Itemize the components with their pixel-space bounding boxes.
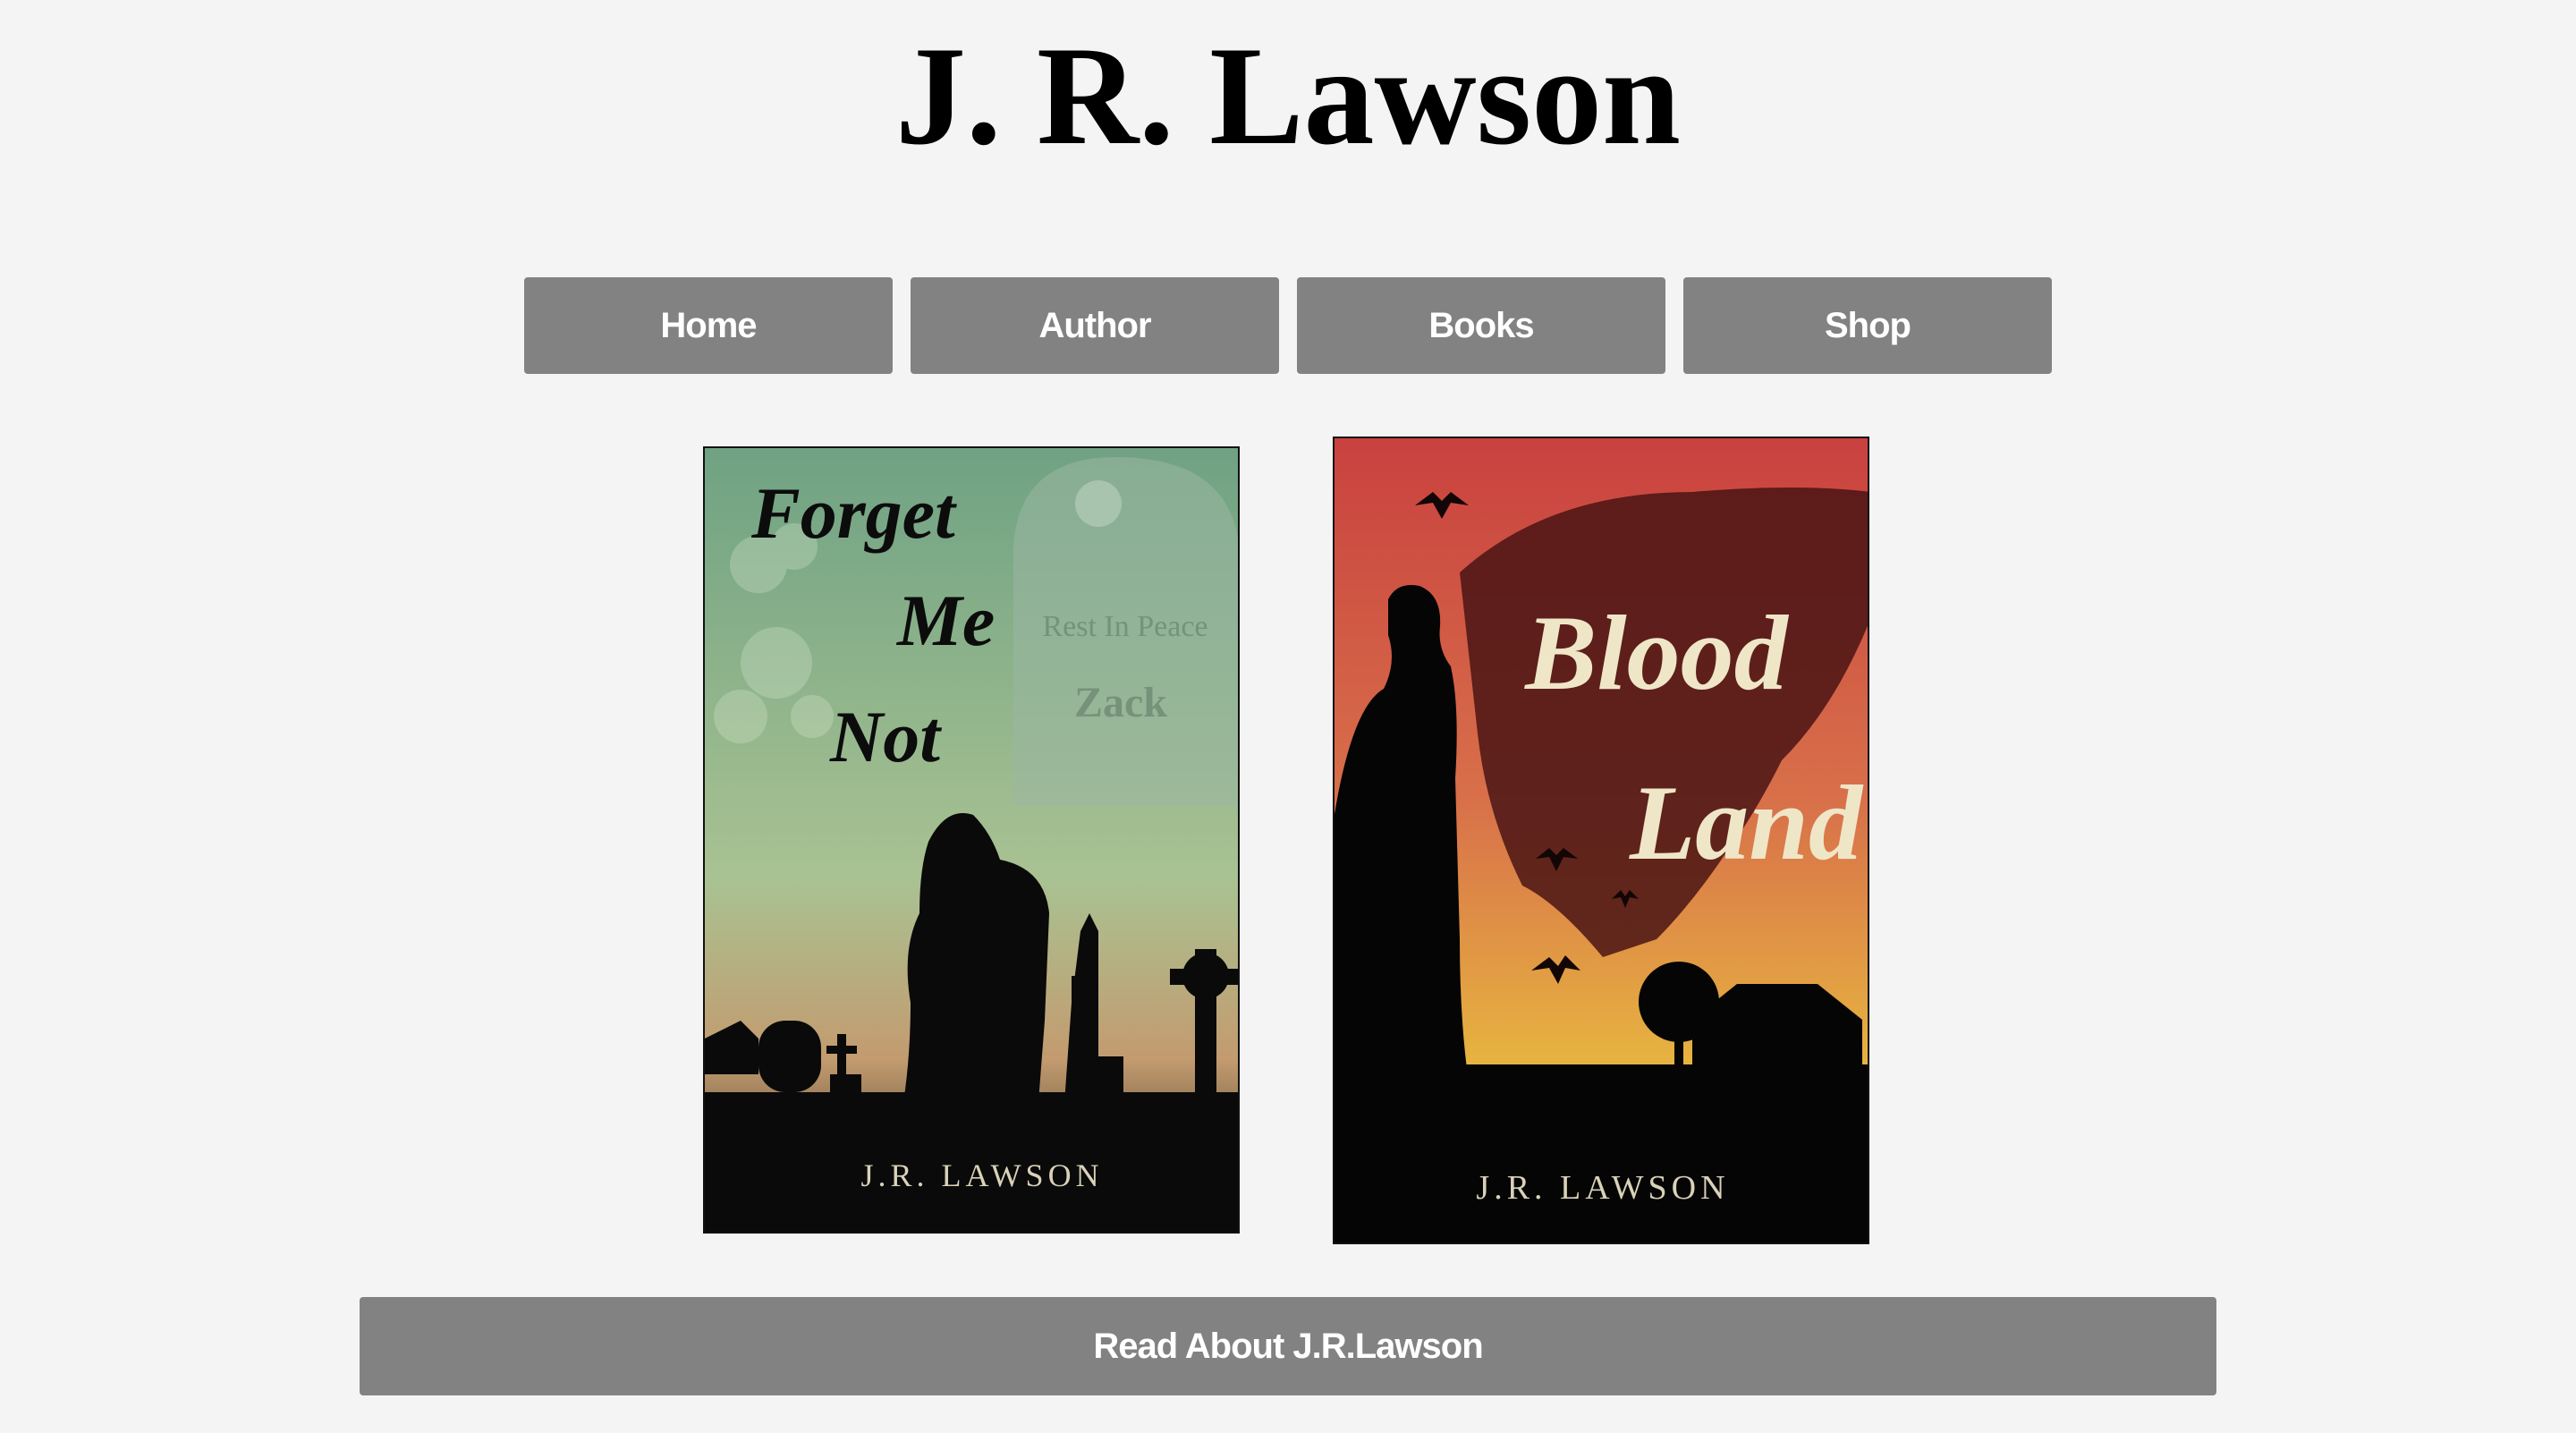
book-title-line-3: Not [829, 696, 942, 777]
book-title-line-2: Me [895, 580, 995, 661]
nav-books-button[interactable]: Books [1297, 277, 1665, 374]
book-title-line-1: Blood [1523, 593, 1789, 712]
book-title-line-1: Forget [750, 472, 957, 554]
book-title-line-2: Land [1629, 763, 1864, 882]
nav-author-button[interactable]: Author [911, 277, 1279, 374]
tombstone-name: Zack [1074, 679, 1167, 726]
tombstone-epitaph: Rest In Peace [1042, 610, 1208, 643]
book-cover-forget-me-not[interactable]: Rest In Peace Zack Forget Me Not J.R. LA… [703, 446, 1240, 1234]
site-title: J. R. Lawson [895, 18, 1681, 174]
nav-home-button[interactable]: Home [524, 277, 893, 374]
main-nav: Home Author Books Shop [524, 277, 2053, 374]
book-author: J.R. LAWSON [1476, 1169, 1729, 1207]
read-about-author-button[interactable]: Read About J.R.Lawson [360, 1297, 2216, 1395]
cover-art-forget-me-not: Rest In Peace Zack Forget Me Not J.R. LA… [705, 448, 1238, 1232]
book-author: J.R. LAWSON [860, 1157, 1103, 1193]
cover-art-blood-land: Blood Land J.R. LAWSON [1335, 438, 1868, 1242]
nav-shop-button[interactable]: Shop [1683, 277, 2052, 374]
book-cover-blood-land[interactable]: Blood Land J.R. LAWSON [1333, 437, 1869, 1244]
